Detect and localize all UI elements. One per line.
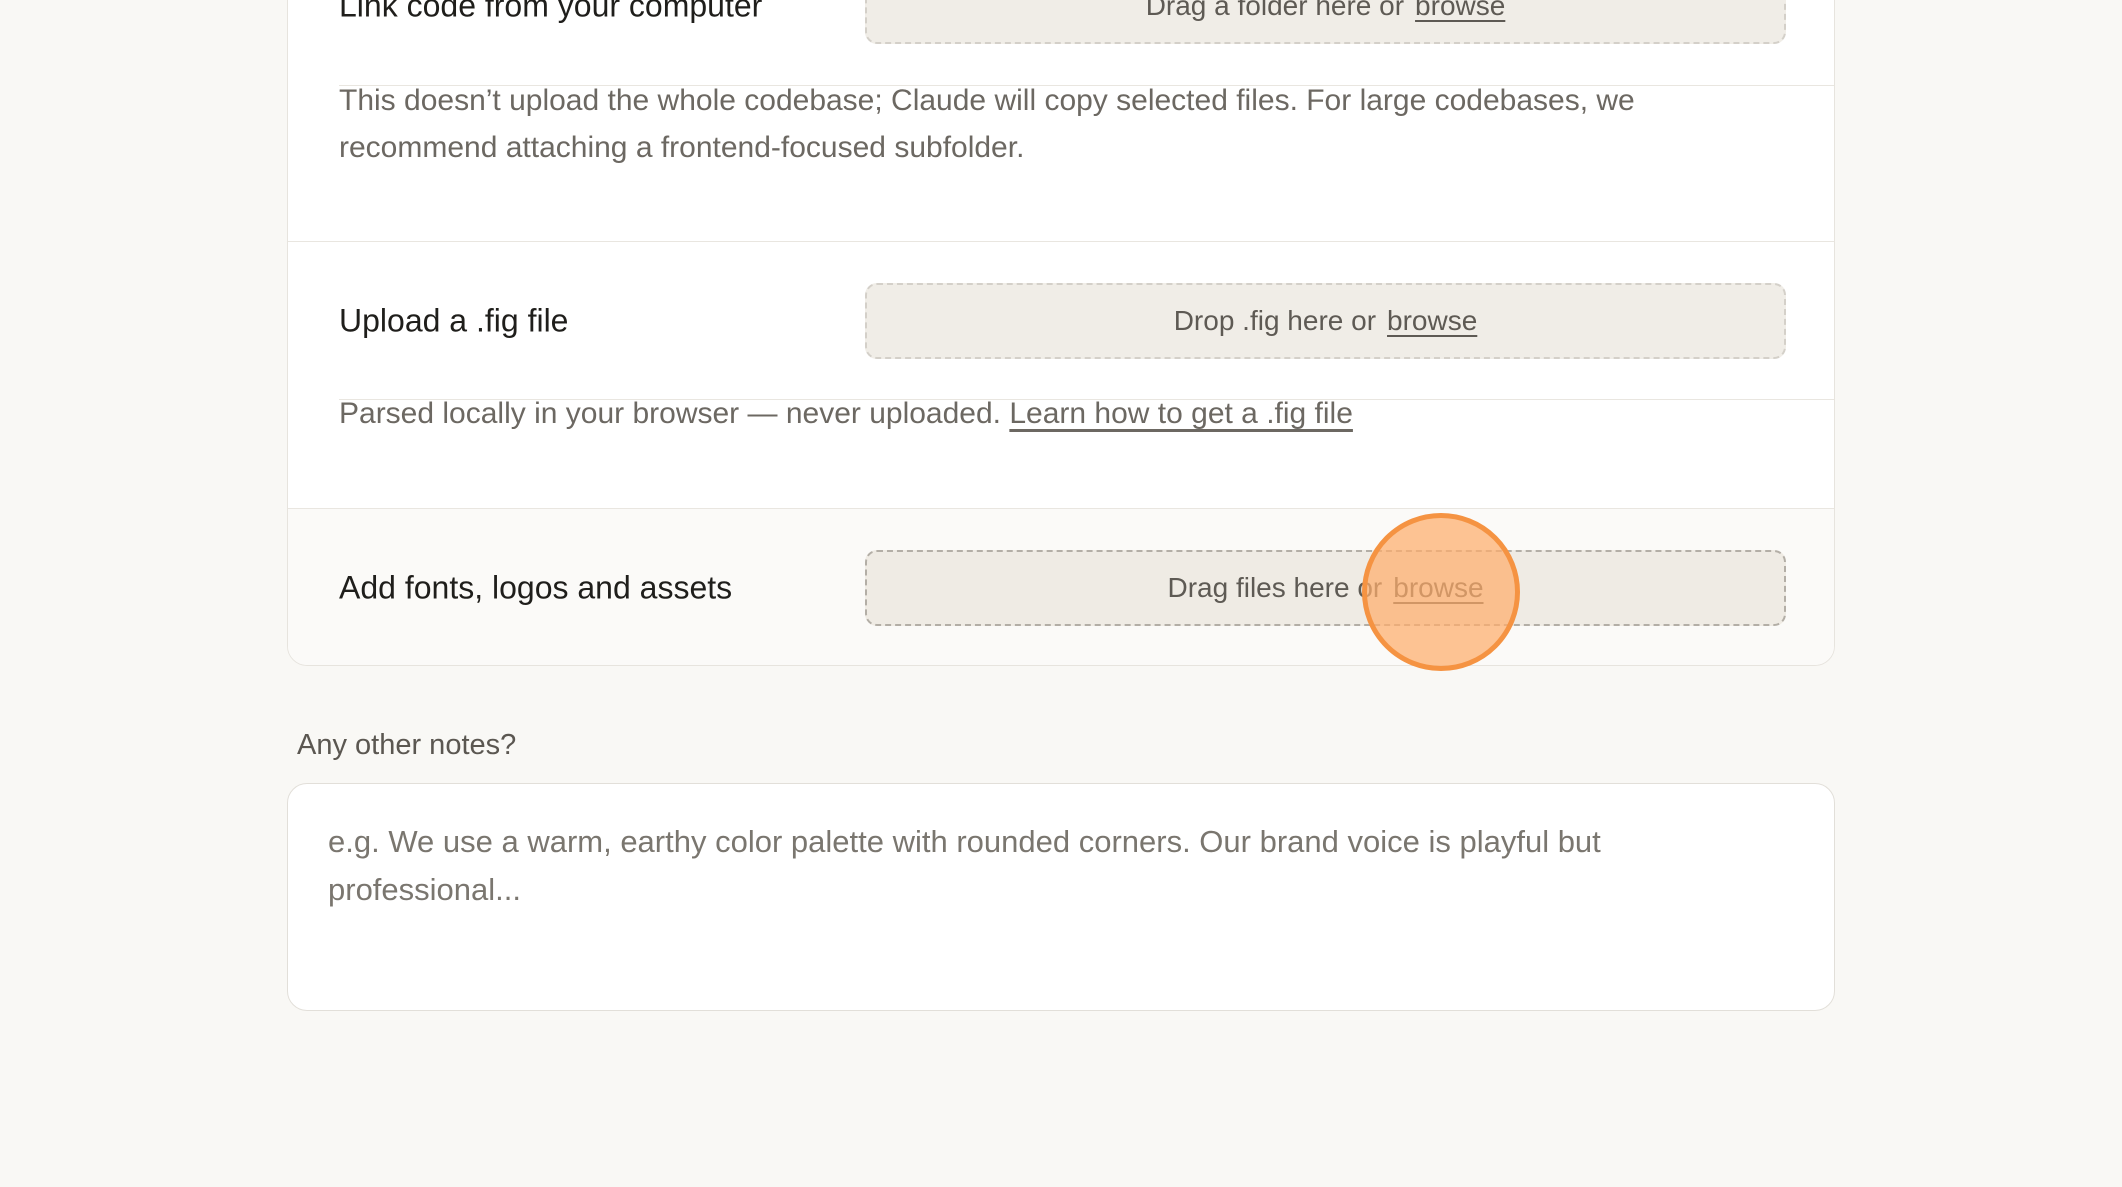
assets-browse-link[interactable]: browse: [1393, 572, 1483, 604]
assets-dropzone-text: Drag files here or: [1167, 572, 1383, 603]
fig-help-link[interactable]: Learn how to get a .fig file: [1009, 397, 1353, 430]
assets-label: Add fonts, logos and assets: [339, 569, 733, 606]
import-sources-card: Link code from your computer Drag a fold…: [287, 0, 1835, 666]
notes-label: Any other notes?: [297, 729, 517, 761]
fig-browse-link[interactable]: browse: [1387, 305, 1477, 337]
fig-note: Parsed locally in your browser — never u…: [339, 390, 1774, 437]
folder-dropzone-text: Drag a folder here or: [1145, 0, 1405, 21]
divider: [288, 241, 1834, 242]
assets-dropzone[interactable]: Drag files here or browse: [865, 550, 1786, 626]
fig-note-text: Parsed locally in your browser — never u…: [339, 397, 1002, 430]
link-code-note: This doesn’t upload the whole codebase; …: [339, 84, 1635, 164]
notes-field[interactable]: [287, 783, 1835, 1011]
folder-dropzone[interactable]: Drag a folder here or browse: [865, 0, 1786, 44]
fig-dropzone-text: Drop .fig here or: [1173, 305, 1377, 336]
assets-row: Add fonts, logos and assets Drag files h…: [288, 509, 1834, 665]
link-code-label: Link code from your computer: [339, 0, 763, 24]
fig-dropzone[interactable]: Drop .fig here or browse: [865, 283, 1786, 359]
notes-textarea[interactable]: [328, 818, 1794, 976]
fig-upload-label: Upload a .fig file: [339, 302, 569, 339]
folder-browse-link[interactable]: browse: [1415, 0, 1505, 22]
